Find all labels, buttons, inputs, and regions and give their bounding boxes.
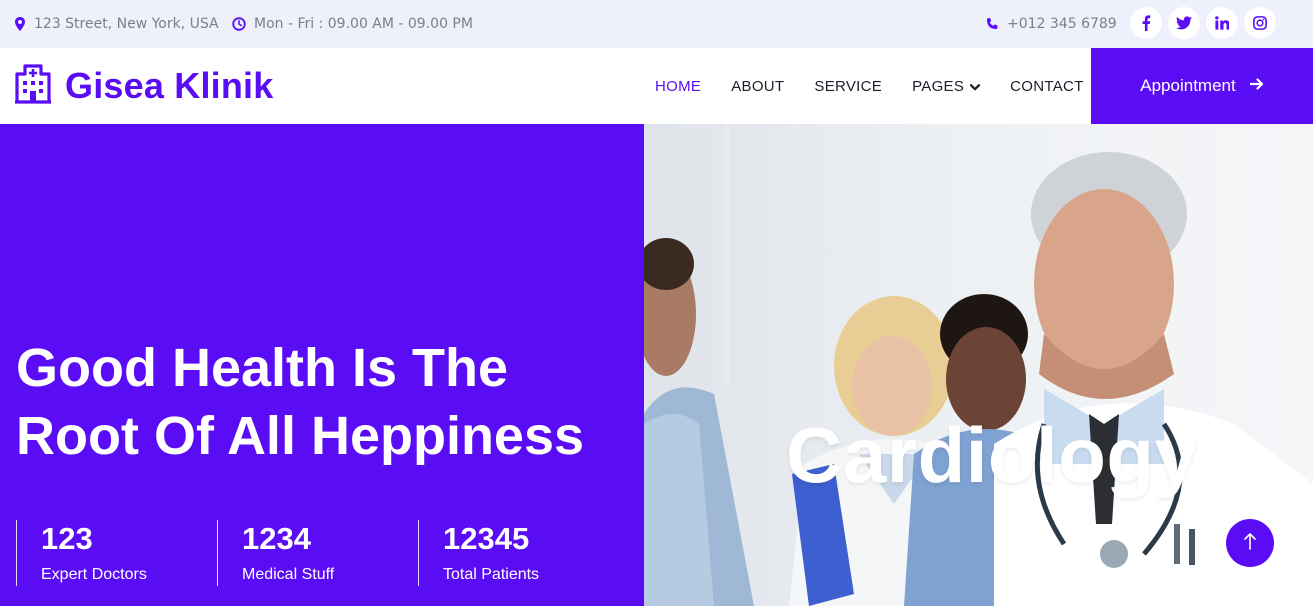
hours-text: Mon - Fri : 09.00 AM - 09.00 PM [254, 16, 473, 32]
appointment-label: Appointment [1140, 76, 1236, 95]
nav-home-label: HOME [655, 77, 702, 95]
stat-label: Total Patients [443, 566, 540, 583]
nav-contact[interactable]: CONTACT [1010, 78, 1083, 95]
phone-icon [985, 17, 999, 31]
back-to-top-button[interactable] [1226, 519, 1274, 567]
stat-number: 1234 [242, 521, 311, 556]
map-marker-icon [14, 17, 26, 31]
nav-home[interactable]: HOME [655, 78, 701, 95]
facebook-icon[interactable] [1130, 7, 1162, 39]
hero-title-line-2: Root Of All Heppiness [16, 406, 585, 466]
nav-about-label: ABOUT [731, 77, 785, 95]
stat-label: Expert Doctors [41, 566, 147, 583]
phone-info[interactable]: +012 345 6789 [985, 0, 1117, 48]
phone-text: +012 345 6789 [1007, 16, 1117, 32]
chevron-down-icon [970, 78, 981, 95]
hero-panel: Good Health Is The Root Of All Heppiness… [0, 124, 644, 606]
nav-service-label: SERVICE [814, 77, 883, 95]
stats-row: 123 Expert Doctors 1234 Medical Stuff 12… [16, 520, 619, 586]
hero-title-line-1: Good Health Is The [16, 338, 509, 398]
hero-carousel-slide: Cardiology [644, 124, 1313, 606]
arrow-up-icon [1243, 532, 1257, 555]
linkedin-icon[interactable] [1206, 7, 1238, 39]
stat-patients: 12345 Total Patients [418, 520, 619, 586]
nav-contact-label: CONTACT [1010, 77, 1084, 95]
top-info-bar: 123 Street, New York, USA Mon - Fri : 09… [0, 0, 1313, 48]
stat-staff: 1234 Medical Stuff [217, 520, 418, 586]
social-links [1130, 7, 1276, 39]
brand-logo[interactable]: Gisea Klinik [15, 48, 274, 124]
nav-pages-label: PAGES [912, 77, 965, 95]
arrow-right-icon [1249, 76, 1264, 96]
address-text: 123 Street, New York, USA [34, 16, 219, 32]
appointment-button[interactable]: Appointment [1091, 48, 1313, 124]
hospital-icon [15, 63, 51, 109]
main-navbar: Gisea Klinik HOME ABOUT SERVICE PAGES CO… [0, 48, 1313, 124]
nav-service[interactable]: SERVICE [814, 78, 882, 95]
stat-number: 12345 [443, 521, 530, 556]
nav-menu: HOME ABOUT SERVICE PAGES CONTACT [655, 48, 1114, 124]
twitter-icon[interactable] [1168, 7, 1200, 39]
nav-pages-dropdown[interactable]: PAGES [912, 77, 981, 95]
instagram-icon[interactable] [1244, 7, 1276, 39]
doctors-photo [644, 124, 1313, 606]
hours-info: Mon - Fri : 09.00 AM - 09.00 PM [232, 0, 473, 48]
stat-number: 123 [41, 521, 93, 556]
hero-title: Good Health Is The Root Of All Heppiness [16, 334, 636, 470]
stat-label: Medical Stuff [242, 566, 335, 583]
brand-name: Gisea Klinik [65, 65, 274, 106]
stat-doctors: 123 Expert Doctors [16, 520, 217, 586]
nav-about[interactable]: ABOUT [731, 78, 784, 95]
address-info: 123 Street, New York, USA [14, 0, 219, 48]
clock-icon [232, 17, 246, 31]
slide-title: Cardiology [786, 411, 1199, 499]
